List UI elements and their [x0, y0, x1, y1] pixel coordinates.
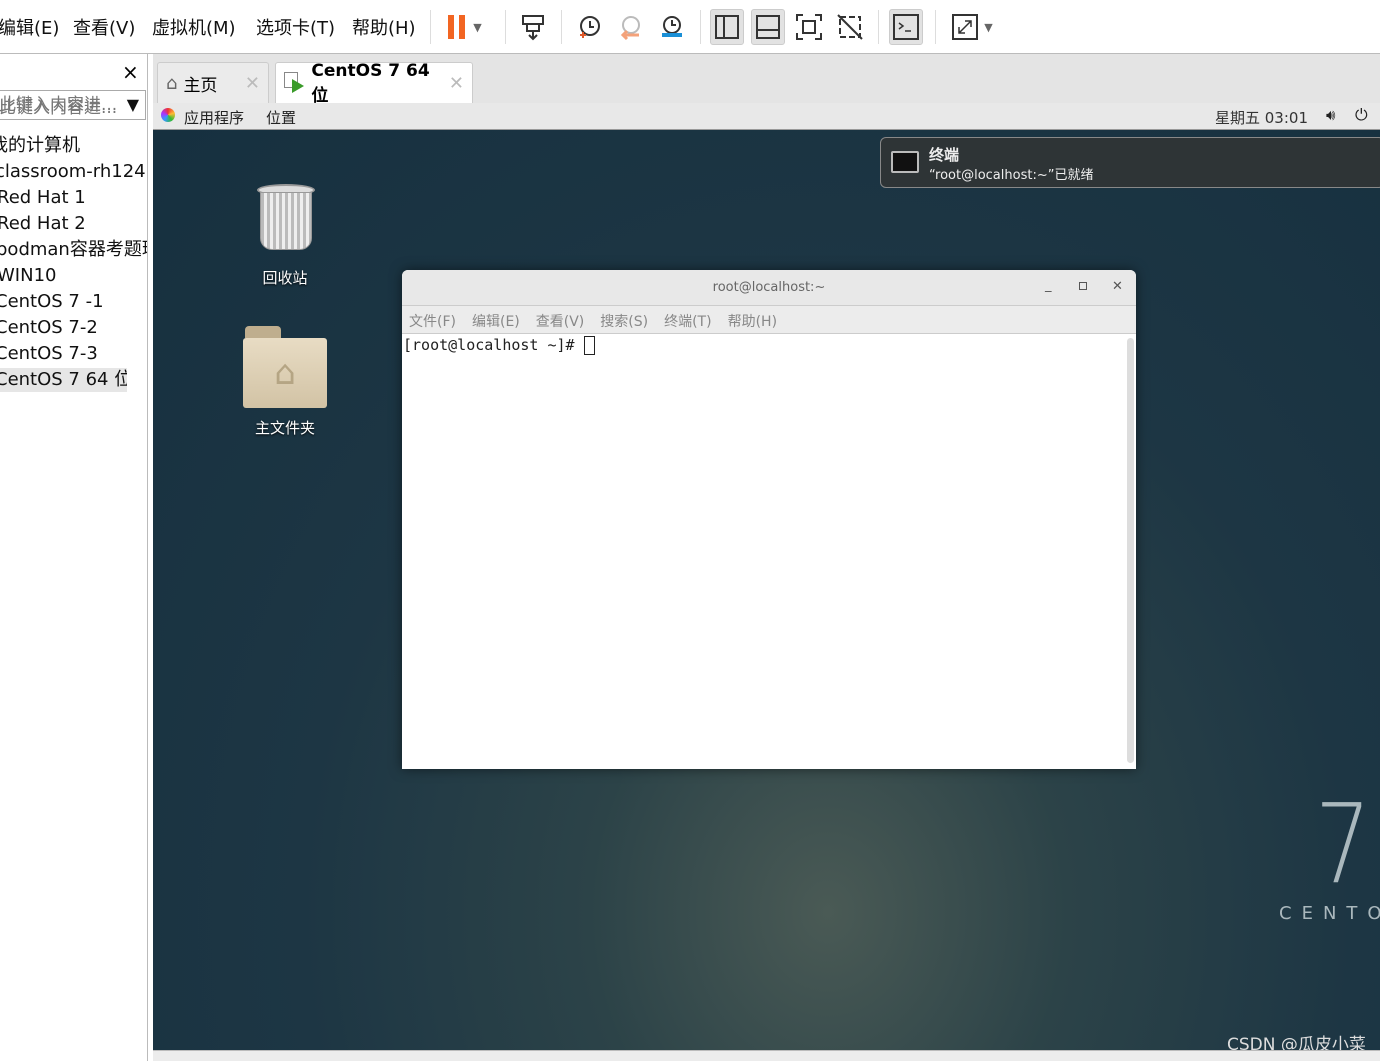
terminal-prompt: [root@localhost ~]# — [403, 336, 584, 354]
terminal-menu-edit[interactable]: 编辑(E) — [472, 311, 520, 330]
cursor — [583, 336, 595, 355]
vm-play-icon — [284, 72, 305, 94]
gnome-top-bar: 应用程序 位置 星期五 03:01 🔊︎ ⏻ — [153, 103, 1380, 130]
apps-icon — [161, 108, 175, 122]
close-sidebar-button[interactable]: × — [122, 60, 139, 84]
library-sidebar: × 比键入内容进... ▼ 我的计算机 classroom-rh124 Red … — [0, 54, 148, 1061]
close-tab-icon[interactable]: ✕ — [449, 73, 464, 94]
console-icon — [893, 14, 919, 40]
terminal-titlebar[interactable]: root@localhost:~ _ ✕ — [402, 270, 1136, 306]
chevron-down-icon: ▼ — [984, 20, 993, 34]
close-tab-icon[interactable]: ✕ — [245, 73, 260, 94]
centos-logo-text: CENTO — [1279, 903, 1380, 924]
sidebar-item-vm[interactable]: CentOS 7-3 — [0, 342, 147, 366]
sidebar-item-vm-selected[interactable]: CentOS 7 64 位 — [0, 368, 127, 392]
sidebar-item-vm[interactable]: CentOS 7-2 — [0, 316, 147, 340]
search-box[interactable]: 比键入内容进... ▼ — [0, 90, 146, 120]
unity-icon — [837, 14, 863, 40]
applications-menu[interactable]: 应用程序 — [184, 107, 244, 128]
sidebar-item-vm[interactable]: classroom-rh124 — [0, 160, 147, 184]
chevron-down-icon: ▼ — [473, 20, 482, 34]
menu-edit[interactable]: 编辑(E) — [0, 14, 59, 40]
send-keys-icon — [522, 15, 544, 41]
fullscreen-button[interactable] — [792, 9, 826, 45]
places-menu[interactable]: 位置 — [266, 107, 296, 128]
console-view-button[interactable] — [889, 9, 923, 45]
menu-view[interactable]: 查看(V) — [73, 14, 135, 40]
terminal-menu-search[interactable]: 搜索(S) — [600, 311, 648, 330]
thumbnail-view-icon — [756, 15, 780, 39]
maximize-button[interactable] — [1079, 282, 1087, 290]
tab-label: CentOS 7 64 位 — [311, 60, 430, 106]
minimize-button[interactable]: _ — [1045, 278, 1052, 293]
stretch-icon — [952, 14, 979, 40]
terminal-menu-help[interactable]: 帮助(H) — [728, 311, 777, 330]
terminal-content[interactable]: [root@localhost ~]# — [402, 334, 1136, 769]
pause-icon — [448, 15, 466, 39]
unity-button[interactable] — [833, 9, 867, 45]
snapshot-revert-icon — [620, 16, 640, 41]
menu-tabs[interactable]: 选项卡(T) — [256, 14, 335, 40]
sidebar-item-my-computer[interactable]: 我的计算机 — [0, 134, 147, 158]
notification-body: “root@localhost:~”已就绪 — [929, 168, 1094, 183]
thumbnail-view-button[interactable] — [751, 9, 785, 45]
volume-icon[interactable]: 🔊︎ — [1326, 106, 1335, 124]
stretch-button[interactable]: ▼ — [945, 9, 1000, 45]
centos-logo-number: 7 — [1315, 780, 1371, 908]
snapshot-manager-button[interactable] — [654, 9, 688, 45]
sidebar-item-vm[interactable]: podman容器考题环境 — [0, 238, 147, 262]
library-view-button[interactable] — [710, 9, 744, 45]
chevron-down-icon[interactable]: ▼ — [126, 95, 139, 114]
tab-bar: ⌂ 主页 ✕ CentOS 7 64 位 ✕ — [153, 54, 1380, 106]
sidebar-item-vm[interactable]: WIN10 — [0, 264, 147, 288]
trash-label[interactable]: 回收站 — [245, 267, 325, 288]
menu-vm[interactable]: 虚拟机(M) — [152, 14, 236, 40]
library-view-icon — [715, 15, 739, 39]
power-icon[interactable]: ⏻ — [1355, 105, 1368, 125]
snapshot-revert-button[interactable] — [613, 9, 647, 45]
menu-help[interactable]: 帮助(H) — [352, 14, 416, 40]
terminal-icon — [891, 151, 919, 173]
sidebar-item-vm[interactable]: Red Hat 1 — [0, 186, 147, 210]
sidebar-item-vm[interactable]: CentOS 7 -1 — [0, 290, 147, 314]
home-icon: ⌂ — [166, 72, 178, 94]
trash-icon[interactable] — [255, 184, 317, 256]
terminal-window[interactable]: root@localhost:~ _ ✕ 文件(F) 编辑(E) 查看(V) 搜… — [402, 270, 1136, 769]
close-button[interactable]: ✕ — [1112, 279, 1123, 294]
home-folder-icon[interactable]: ⌂ — [243, 326, 327, 410]
terminal-menu-terminal[interactable]: 终端(T) — [664, 311, 711, 330]
terminal-title: root@localhost:~ — [712, 280, 826, 295]
home-folder-label[interactable]: 主文件夹 — [245, 417, 325, 438]
notification-title: 终端 — [929, 146, 960, 164]
notification[interactable]: 终端 “root@localhost:~”已就绪 — [880, 137, 1380, 188]
clock[interactable]: 星期五 03:01 — [1215, 107, 1308, 128]
search-input[interactable] — [0, 91, 132, 119]
terminal-menu-file[interactable]: 文件(F) — [409, 311, 456, 330]
terminal-menu-view[interactable]: 查看(V) — [536, 311, 585, 330]
pause-button[interactable]: ▼ — [440, 9, 490, 45]
snapshot-take-icon — [580, 16, 600, 38]
tab-home[interactable]: ⌂ 主页 ✕ — [157, 62, 269, 103]
menu-bar: 编辑(E) 查看(V) 虚拟机(M) 选项卡(T) 帮助(H) ▼ ▼ — [0, 0, 1380, 54]
tab-centos-vm[interactable]: CentOS 7 64 位 ✕ — [275, 60, 473, 106]
scrollbar[interactable] — [1127, 338, 1134, 763]
tab-label: 主页 — [183, 75, 218, 96]
snapshot-manager-icon — [662, 16, 682, 37]
fullscreen-icon — [796, 14, 822, 40]
terminal-menubar: 文件(F) 编辑(E) 查看(V) 搜索(S) 终端(T) 帮助(H) — [402, 306, 1136, 334]
send-ctrl-alt-del-button[interactable] — [516, 9, 550, 45]
status-bar — [153, 1050, 1380, 1061]
sidebar-item-vm[interactable]: Red Hat 2 — [0, 212, 147, 236]
snapshot-take-button[interactable] — [572, 9, 606, 45]
